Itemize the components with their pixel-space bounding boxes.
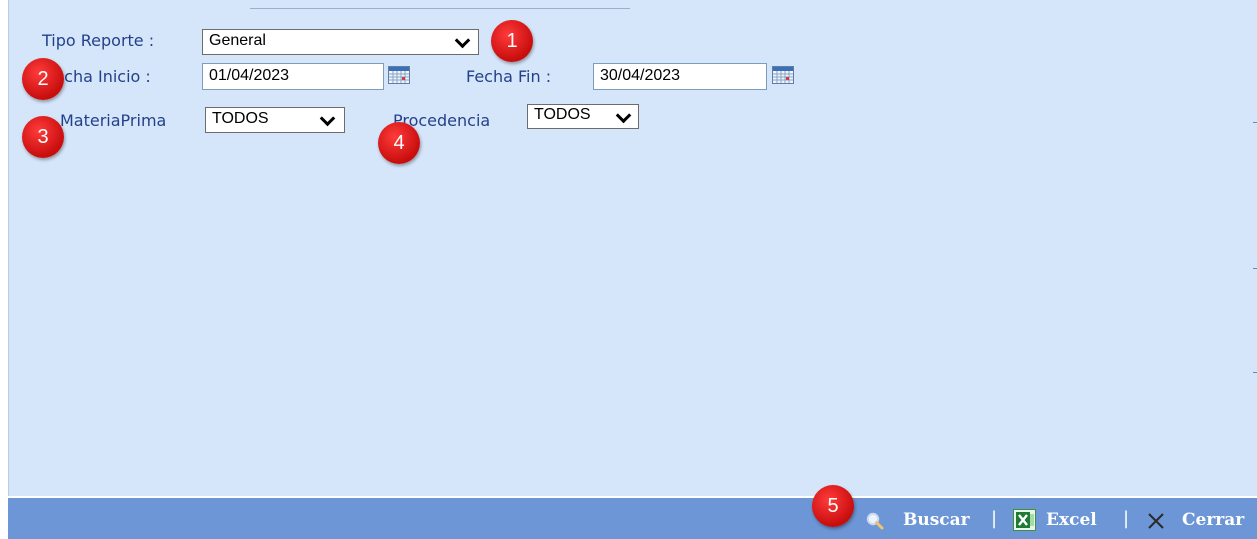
callout-badge-2: 2 <box>22 58 64 100</box>
magnifier-icon[interactable] <box>866 512 886 530</box>
procedencia-value: TODOS <box>534 106 591 123</box>
chevron-down-icon <box>319 110 336 127</box>
tipo-reporte-label: Tipo Reporte : <box>42 31 155 50</box>
tipo-reporte-select[interactable]: General <box>202 29 479 55</box>
cerrar-button[interactable]: Cerrar <box>1182 510 1244 530</box>
materia-prima-label: MateriaPrima <box>60 111 167 130</box>
fecha-fin-field[interactable]: 30/04/2023 <box>593 63 767 90</box>
procedencia-select[interactable]: TODOS <box>527 104 639 129</box>
fecha-inicio-value: 01/04/2023 <box>209 67 290 84</box>
fecha-fin-label: Fecha Fin : <box>466 67 552 86</box>
callout-badge-1: 1 <box>491 20 533 62</box>
right-edge-mark <box>1253 372 1257 373</box>
right-edge-mark <box>1253 268 1257 269</box>
top-tab-edge <box>250 0 630 9</box>
chevron-down-icon <box>454 32 471 49</box>
excel-button[interactable]: Excel <box>1046 510 1097 530</box>
fecha-fin-value: 30/04/2023 <box>600 67 681 84</box>
materia-prima-select[interactable]: TODOS <box>205 107 345 133</box>
materia-prima-value: TODOS <box>212 110 269 127</box>
toolbar-separator: | <box>1123 508 1130 529</box>
calendar-icon[interactable] <box>772 66 794 84</box>
close-x-icon[interactable] <box>1146 511 1166 531</box>
fecha-inicio-field[interactable]: 01/04/2023 <box>202 63 384 90</box>
excel-icon[interactable] <box>1013 509 1036 531</box>
toolbar-separator: | <box>991 508 998 529</box>
buscar-button[interactable]: Buscar <box>903 510 970 530</box>
callout-badge-4: 4 <box>378 122 420 164</box>
calendar-icon[interactable] <box>388 66 410 84</box>
right-edge-mark <box>1253 122 1257 123</box>
callout-badge-3: 3 <box>22 116 64 158</box>
callout-badge-5: 5 <box>812 485 854 527</box>
chevron-down-icon <box>615 107 632 124</box>
tipo-reporte-value: General <box>209 32 266 49</box>
